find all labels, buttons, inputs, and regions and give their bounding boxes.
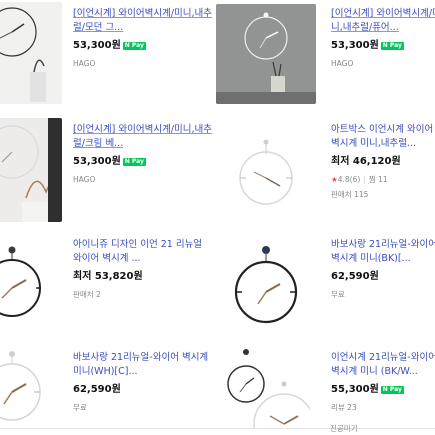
product-price: 최저 46,120원: [331, 156, 401, 167]
npay-badge: N Pay: [122, 158, 146, 166]
product-thumbnail[interactable]: [224, 238, 308, 330]
review-count[interactable]: 리뷰 23: [331, 402, 435, 413]
divider: [0, 428, 435, 429]
wall-clock-image: [228, 128, 304, 218]
product-price: 62,590원: [331, 271, 379, 282]
product-title[interactable]: [이언시계] 와이어벽시계/미니,내추럴/모던 그...: [73, 7, 213, 35]
product-thumbnail[interactable]: [0, 118, 62, 222]
seller-name[interactable]: HAGO: [73, 174, 213, 185]
product-price: 53,300원: [331, 40, 379, 51]
product-title[interactable]: 아이니쥬 디자인 이언 21 리뉴얼 와이어 벽시계 ...: [73, 238, 213, 266]
wishlist-count: 찜 11: [368, 175, 388, 184]
wall-clock-image: [0, 238, 62, 326]
product-title[interactable]: 바보사랑 21리뉴얼-와이어 벽시계 미니(WH)[C]...: [73, 351, 213, 379]
product-thumbnail[interactable]: [0, 238, 62, 326]
product-thumbnail[interactable]: [0, 346, 62, 428]
rating: 4.8(6): [337, 175, 361, 184]
seller-name[interactable]: HAGO: [331, 58, 435, 69]
product-title[interactable]: [이언시계] 와이어벽시계/미니,내추럴/퓨어...: [331, 7, 435, 35]
product-title[interactable]: 이언시계 21리뉴얼-와이어벽시계 미니 (BK/W...: [331, 351, 435, 379]
product-thumbnail[interactable]: [220, 344, 310, 428]
product-price: 62,590원: [73, 384, 121, 395]
npay-badge: N Pay: [122, 42, 146, 50]
product-title[interactable]: 바보사랑 21리뉴얼-와이어 벽시계 미니(BK)[...: [331, 238, 435, 266]
wall-clock-image: [0, 2, 62, 104]
product-thumbnail[interactable]: [216, 4, 316, 104]
product-price: 55,300원: [331, 384, 379, 395]
seller-count[interactable]: 판매처 115: [331, 189, 435, 200]
product-title[interactable]: 아트박스 이언시계 와이어벽시계 미니,내추럴...: [331, 123, 435, 151]
shipping-info: 무료: [73, 403, 87, 412]
wall-clock-image: [224, 238, 308, 330]
seller-name[interactable]: HAGO: [73, 58, 213, 69]
wall-clock-image: [216, 4, 316, 104]
product-price: 53,300원: [73, 40, 121, 51]
star-icon: ★: [331, 175, 338, 184]
seller-count[interactable]: 판매처 2: [73, 289, 213, 300]
npay-badge: N Pay: [380, 42, 404, 50]
wall-clock-image: [0, 118, 62, 222]
divider: |: [363, 175, 366, 184]
more-link[interactable]: 진공미기: [330, 423, 358, 434]
wall-clock-image: [220, 344, 310, 428]
product-thumbnail[interactable]: [0, 2, 62, 104]
product-price: 최저 53,820원: [73, 271, 143, 282]
product-grid: [이언시계] 와이어벽시계/미니,내추럴/모던 그... 53,300원 N Pa…: [0, 0, 435, 435]
shipping-info: 무료: [331, 290, 345, 299]
npay-badge: N Pay: [380, 386, 404, 394]
wall-clock-image: [0, 346, 62, 428]
product-thumbnail[interactable]: [228, 128, 304, 218]
product-price: 53,300원: [73, 156, 121, 167]
product-title[interactable]: [이언시계] 와이어벽시계/미니,내추럴/크림 베...: [73, 123, 213, 151]
